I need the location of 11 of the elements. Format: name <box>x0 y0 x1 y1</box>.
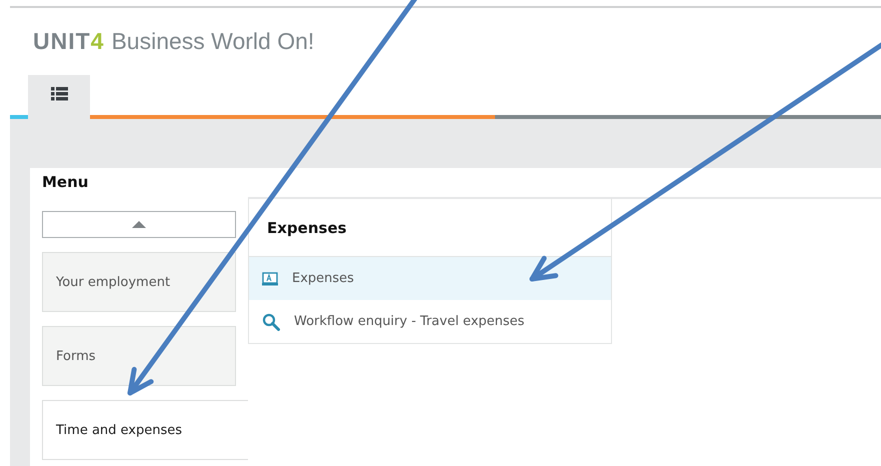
menu-category[interactable]: Your employment <box>42 252 236 312</box>
form-icon <box>262 272 278 286</box>
menu-category[interactable]: Forms <box>42 326 236 386</box>
logo-wordmark: UNIT4 Business World On! <box>33 28 314 55</box>
menu-title: Menu <box>41 172 90 193</box>
submenu-item[interactable]: Expenses <box>249 257 611 300</box>
menu-tab[interactable] <box>28 75 90 119</box>
search-icon <box>262 312 280 330</box>
list-icon <box>50 87 68 101</box>
menu-category[interactable]: Time and expenses <box>42 400 248 460</box>
caret-up-icon <box>132 221 146 228</box>
